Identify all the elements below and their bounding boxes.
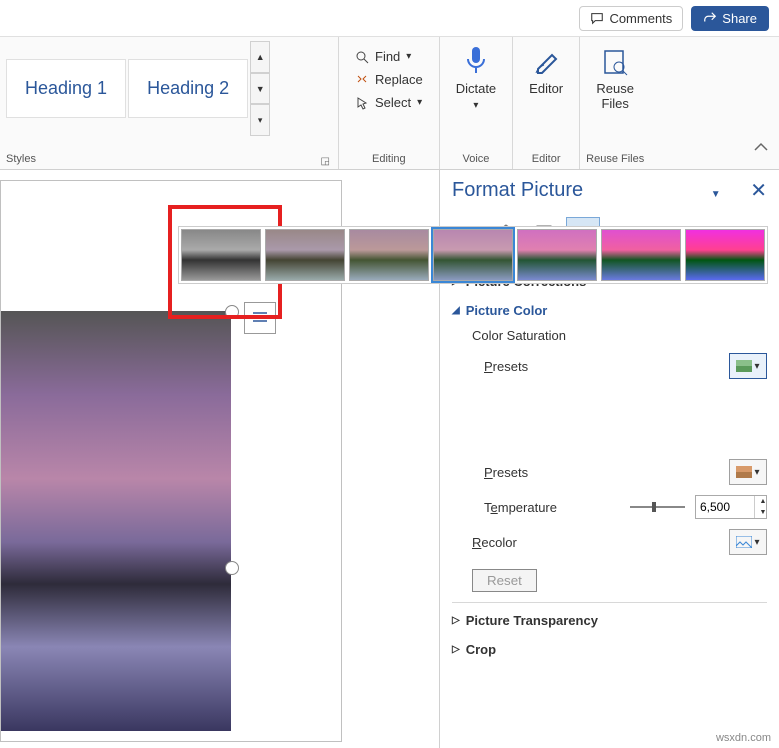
color-saturation-label: Color Saturation [472, 328, 767, 343]
editor-button[interactable]: Editor [519, 41, 573, 100]
style-heading-2[interactable]: Heading 2 [128, 59, 248, 118]
close-pane-button[interactable]: ✕ [750, 180, 767, 202]
crop-label: Crop [466, 642, 496, 657]
find-icon [355, 50, 369, 64]
recolor-dropdown[interactable]: ▾ [729, 529, 767, 555]
saturation-preset-1[interactable] [265, 229, 345, 281]
share-label: Share [722, 11, 757, 26]
crop-header[interactable]: ▷ Crop [452, 638, 767, 661]
styles-scroll-up[interactable]: ▲ [250, 41, 270, 73]
reset-button[interactable]: Reset [472, 569, 537, 592]
expand-icon: ▷ [452, 615, 460, 626]
saturation-preset-0[interactable] [181, 229, 261, 281]
cursor-icon [355, 96, 369, 110]
spin-up[interactable]: ▲ [755, 496, 771, 507]
preset-thumb-icon [736, 360, 752, 372]
recolor-label: Recolor [472, 535, 517, 550]
saturation-preset-3[interactable] [433, 229, 513, 281]
saturation-preset-4[interactable] [517, 229, 597, 281]
select-button[interactable]: Select ▾ [353, 93, 425, 112]
editor-icon [532, 45, 560, 77]
picture-color-label: Picture Color [466, 303, 548, 318]
picture-icon [736, 536, 752, 548]
layout-icon [251, 309, 269, 327]
chevron-down-icon: ▾ [754, 537, 759, 548]
editing-group-label: Editing [345, 151, 433, 167]
reuse-label: Reuse Files [596, 81, 634, 111]
temperature-presets-dropdown[interactable]: ▾ [729, 459, 767, 485]
reuse-files-button[interactable]: Reuse Files [586, 41, 644, 115]
saturation-presets-label: PPresetsresets [484, 359, 528, 374]
styles-scroll-down[interactable]: ▼ [250, 73, 270, 105]
saturation-preset-6[interactable] [685, 229, 765, 281]
picture-color-header[interactable]: ◢ Picture Color [452, 299, 767, 322]
chevron-down-icon: ▾ [406, 51, 411, 62]
spin-down[interactable]: ▼ [755, 507, 771, 518]
replace-icon [355, 73, 369, 87]
picture-transparency-header[interactable]: ▷ Picture Transparency [452, 609, 767, 632]
comment-icon [590, 11, 604, 25]
chevron-down-icon: ▾ [754, 467, 759, 478]
pane-title: Format Picture [452, 179, 583, 202]
replace-label: Replace [375, 72, 423, 87]
transparency-label: Picture Transparency [466, 613, 598, 628]
pane-options-button[interactable]: ▼ [711, 189, 721, 200]
reuse-group-label: Reuse Files [586, 151, 644, 167]
editor-label: Editor [529, 81, 563, 96]
saturation-preset-5[interactable] [601, 229, 681, 281]
editor-group-label: Editor [519, 151, 573, 167]
temp-presets-label: Presets [484, 465, 528, 480]
styles-group-label: Styles [6, 151, 36, 167]
selected-picture[interactable] [1, 311, 231, 731]
style-heading-1[interactable]: Heading 1 [6, 59, 126, 118]
reuse-files-icon [601, 45, 629, 77]
dictate-button[interactable]: Dictate ▾ [446, 41, 506, 115]
saturation-preset-2[interactable] [349, 229, 429, 281]
resize-handle[interactable] [225, 305, 239, 319]
expand-icon: ▷ [452, 644, 460, 655]
chevron-down-icon: ▾ [473, 100, 478, 111]
saturation-presets-gallery [178, 226, 768, 284]
chevron-down-icon: ▾ [417, 97, 422, 108]
chevron-down-icon: ▾ [754, 361, 759, 372]
temperature-slider[interactable] [630, 506, 685, 508]
styles-more[interactable]: ▾ [250, 104, 270, 136]
voice-group-label: Voice [446, 151, 506, 167]
comments-label: Comments [609, 11, 672, 26]
share-button[interactable]: Share [691, 6, 769, 31]
temperature-label: Temperature [484, 500, 557, 515]
collapse-icon: ◢ [452, 305, 460, 316]
comments-button[interactable]: Comments [579, 6, 683, 31]
saturation-presets-dropdown[interactable]: ▾ [729, 353, 767, 379]
temperature-input[interactable] [696, 496, 754, 518]
preset-thumb-icon [736, 466, 752, 478]
styles-dialog-launcher[interactable]: ◲ [321, 156, 330, 167]
resize-handle[interactable] [225, 561, 239, 575]
find-button[interactable]: Find ▾ [353, 47, 425, 66]
dictate-label: Dictate [456, 81, 496, 96]
watermark: wsxdn.com [716, 732, 771, 744]
collapse-ribbon-button[interactable] [753, 140, 769, 156]
layout-options-button[interactable] [244, 302, 276, 334]
share-icon [703, 11, 717, 25]
select-label: Select [375, 95, 411, 110]
find-label: Find [375, 49, 400, 64]
mic-icon [463, 45, 489, 77]
temperature-spinner[interactable]: ▲ ▼ [695, 495, 767, 519]
replace-button[interactable]: Replace [353, 70, 425, 89]
